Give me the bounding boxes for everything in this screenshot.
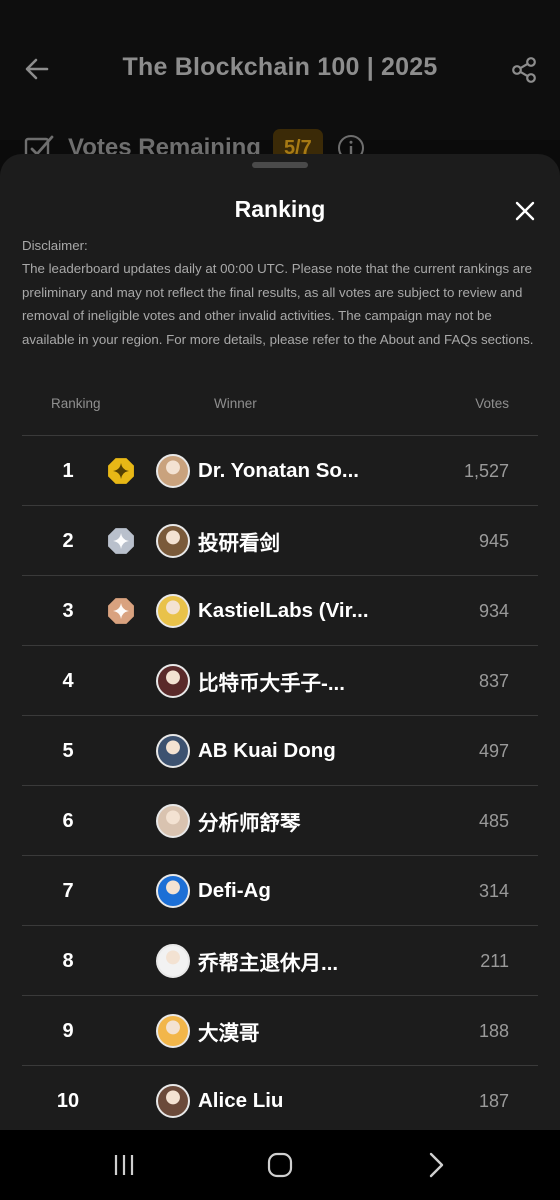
rank-number: 4: [62, 669, 74, 692]
avatar: [156, 1084, 190, 1118]
avatar: [156, 454, 190, 488]
rank-number: 6: [62, 809, 74, 832]
vote-count: 934: [478, 600, 509, 621]
bronze-medal-icon: [108, 598, 134, 624]
winner-name: 大漠哥: [198, 1022, 260, 1045]
home-icon: [267, 1152, 293, 1178]
share-icon: [512, 57, 536, 83]
disclaimer-title: Disclaimer:: [22, 238, 88, 253]
nav-back-button[interactable]: [416, 1150, 456, 1180]
column-header-winner: Winner: [214, 396, 257, 411]
rank-number: 3: [62, 599, 74, 622]
ranking-row[interactable]: 8 乔帮主退休月... 211: [22, 925, 538, 995]
close-icon: [515, 201, 535, 221]
vote-count: 187: [478, 1090, 509, 1111]
winner-name: 比特币大手子-...: [198, 672, 345, 695]
vote-count: 188: [478, 1020, 509, 1041]
vote-count: 211: [480, 950, 509, 971]
rank-number: 2: [62, 529, 74, 552]
ranking-row[interactable]: 5 AB Kuai Dong 497: [22, 715, 538, 785]
ranking-row[interactable]: 7 Defi-Ag 314: [22, 855, 538, 925]
screen: The Blockchain 100 | 2025 Votes Remainin…: [0, 0, 560, 1200]
close-button[interactable]: [510, 196, 540, 226]
winner-name: 投研看剑: [198, 532, 280, 555]
ranking-row[interactable]: 6 分析师舒琴 485: [22, 785, 538, 855]
rank-number: 5: [62, 739, 74, 762]
disclaimer-text: The leaderboard updates daily at 00:00 U…: [22, 261, 534, 347]
winner-name: 乔帮主退休月...: [198, 952, 339, 975]
winner-name: 分析师舒琴: [198, 812, 301, 835]
disclaimer: Disclaimer: The leaderboard updates dail…: [22, 234, 538, 351]
table-header: Ranking Winner Votes: [22, 396, 538, 418]
column-header-votes: Votes: [475, 396, 509, 411]
avatar: [156, 804, 190, 838]
winner-name: AB Kuai Dong: [198, 739, 336, 762]
ranking-row[interactable]: 9 大漠哥 188: [22, 995, 538, 1065]
share-button[interactable]: [506, 52, 542, 88]
home-button[interactable]: [260, 1150, 300, 1180]
avatar: [156, 944, 190, 978]
winner-name: Alice Liu: [198, 1089, 284, 1112]
page-header: The Blockchain 100 | 2025: [0, 0, 560, 140]
avatar: [156, 1014, 190, 1048]
vote-count: 945: [478, 530, 509, 551]
gold-medal-icon: [108, 458, 134, 484]
ranking-row[interactable]: 10 Alice Liu 187: [22, 1065, 538, 1134]
column-header-ranking: Ranking: [51, 396, 101, 411]
ranking-row[interactable]: 1 Dr. Yonatan So... 1,527: [22, 435, 538, 505]
recents-icon: [114, 1155, 134, 1175]
ranking-list: 1 Dr. Yonatan So... 1,527 2 投研看剑 945 3 KastielL…: [22, 435, 538, 1134]
vote-count: 314: [478, 880, 509, 901]
vote-count: 837: [478, 670, 509, 691]
rank-number: 10: [56, 1089, 80, 1112]
winner-name: KastielLabs (Vir...: [198, 599, 369, 622]
vote-count: 1,527: [463, 460, 509, 481]
avatar: [156, 734, 190, 768]
ranking-row[interactable]: 2 投研看剑 945: [22, 505, 538, 575]
rank-number: 9: [62, 1019, 74, 1042]
ranking-sheet: Ranking Disclaimer: The leaderboard upda…: [0, 154, 560, 1134]
vote-count: 497: [478, 740, 509, 761]
system-nav-bar: [0, 1130, 560, 1200]
ranking-row[interactable]: 3 KastielLabs (Vir... 934: [22, 575, 538, 645]
silver-medal-icon: [108, 528, 134, 554]
rank-number: 8: [62, 949, 74, 972]
avatar: [156, 594, 190, 628]
sheet-title: Ranking: [234, 196, 326, 222]
nav-back-icon: [429, 1152, 444, 1178]
page-title: The Blockchain 100 | 2025: [122, 53, 438, 81]
ranking-row[interactable]: 4 比特币大手子-... 837: [22, 645, 538, 715]
avatar: [156, 874, 190, 908]
vote-count: 485: [478, 810, 509, 831]
avatar: [156, 664, 190, 698]
recents-button[interactable]: [104, 1150, 144, 1180]
winner-name: Defi-Ag: [198, 879, 271, 902]
winner-name: Dr. Yonatan So...: [198, 459, 359, 482]
avatar: [156, 524, 190, 558]
sheet-drag-handle[interactable]: [252, 162, 308, 168]
rank-number: 7: [62, 879, 74, 902]
rank-number: 1: [62, 459, 74, 482]
